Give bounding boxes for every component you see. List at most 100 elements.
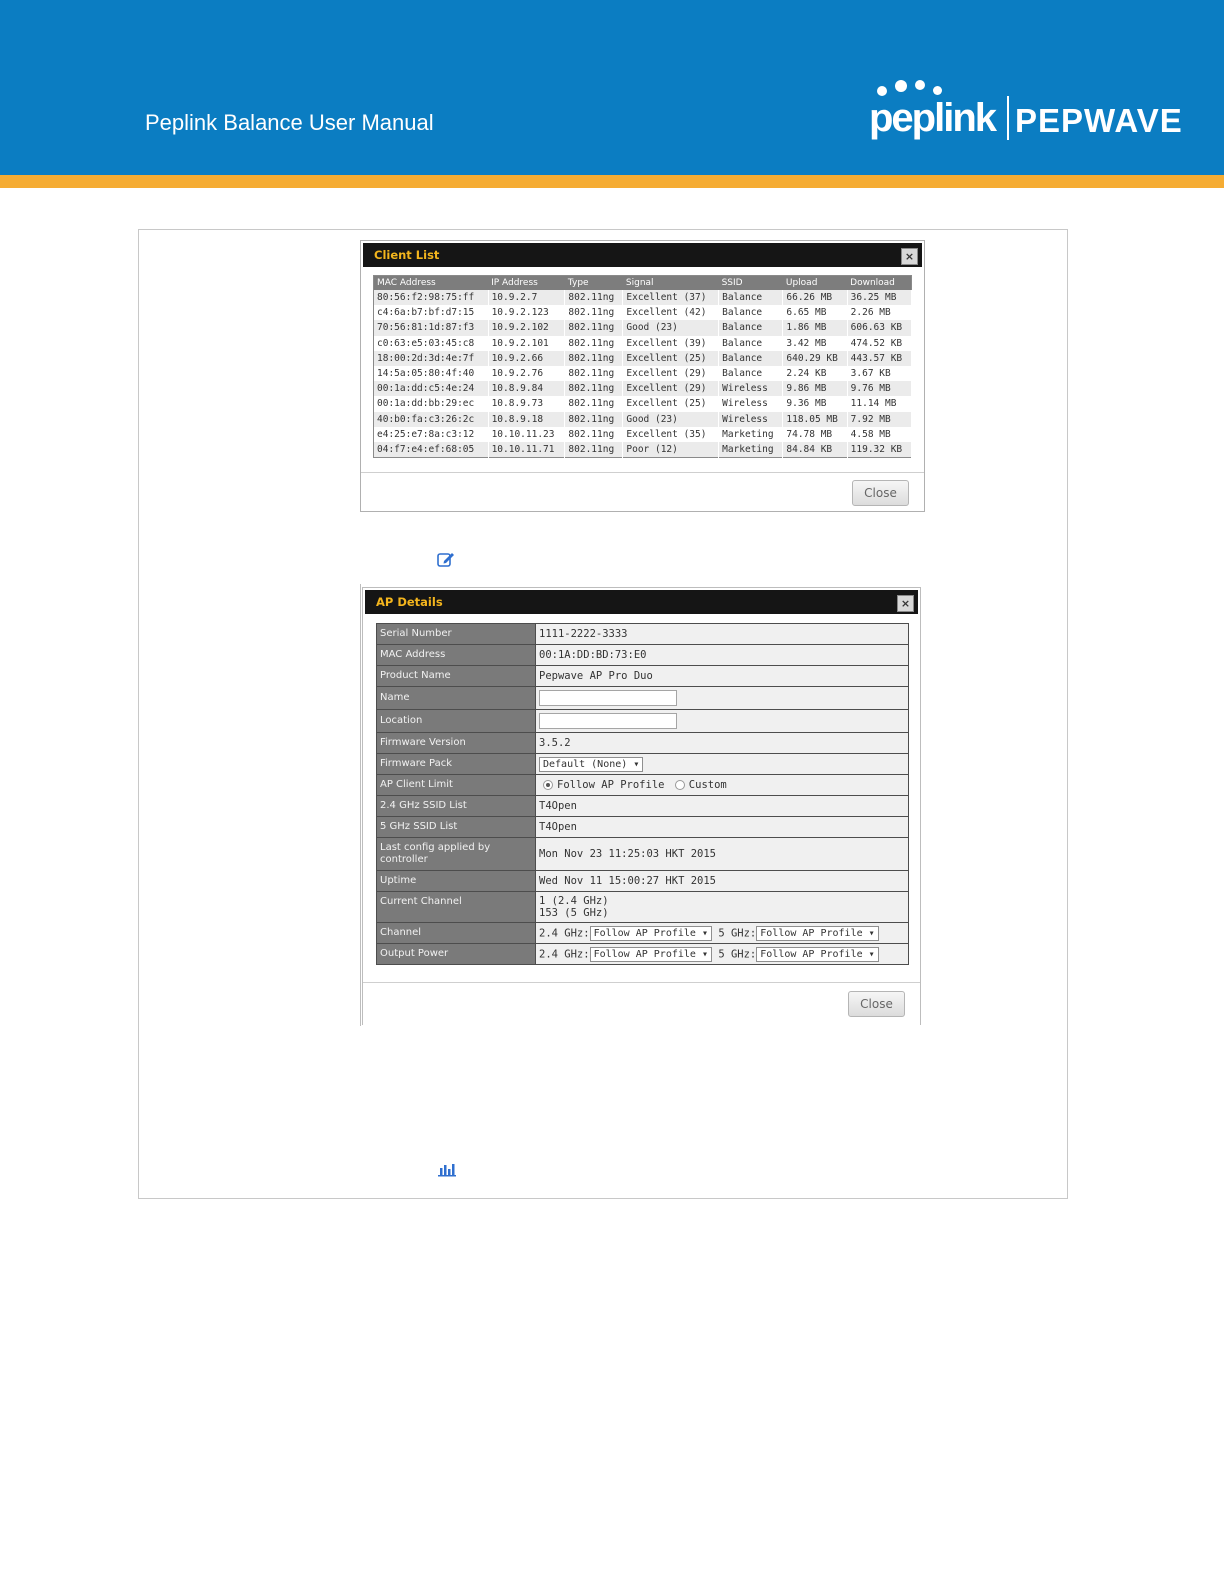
cell: 18:00:2d:3d:4e:7f (373, 350, 489, 366)
table-row: 00:1a:dd:c5:4e:24 10.8.9.84 802.11ng Excell… (373, 381, 913, 397)
label-firmware-version: Firmware Version (376, 732, 536, 754)
ap-details-title: AP Details (376, 595, 443, 609)
cell: 1.86 MB (782, 320, 848, 336)
row-current-channel: Current Channel 1 (2.4 GHz) 153 (5 GHz) (376, 891, 909, 923)
cell: 84.84 KB (782, 441, 848, 458)
cell: 4.58 MB (847, 426, 913, 442)
name-input[interactable] (539, 690, 677, 706)
firmware-pack-select[interactable]: Default (None) ▾ (539, 756, 644, 772)
cell: 40:b0:fa:c3:26:2c (373, 411, 489, 427)
table-row: 80:56:f2:98:75:ff 10.9.2.7 802.11ng Excelle… (373, 290, 913, 306)
logo-dots-icon (877, 78, 957, 98)
row-channel: Channel 2.4 GHz: Follow AP Profile ▾ 5 GH… (376, 922, 909, 944)
cell: Excellent (25) (622, 350, 720, 366)
cell: Marketing (718, 426, 784, 442)
power-24-selected: Follow AP Profile (593, 948, 696, 960)
label-current-channel: Current Channel (376, 891, 536, 923)
col-upload[interactable]: Upload (782, 275, 848, 290)
ap-details-table: Serial Number 1111-2222-3333 MAC Address… (376, 623, 909, 965)
client-list-close-button[interactable]: Close (852, 480, 909, 506)
cell: 802.11ng (564, 350, 624, 366)
cell: Balance (718, 335, 784, 351)
cell: Good (23) (622, 320, 720, 336)
cell: 9.86 MB (782, 381, 848, 397)
current-channel-5: 153 (5 GHz) (539, 907, 609, 919)
col-signal[interactable]: Signal (622, 275, 719, 290)
close-icon[interactable]: × (901, 248, 918, 265)
chevron-down-icon: ▾ (701, 948, 708, 960)
table-row: 04:f7:e4:ef:68:05 10.10.11.71 802.11ng Poor… (373, 441, 913, 458)
logo-pepwave-text: PEPWAVE (1015, 102, 1183, 139)
cell: 802.11ng (564, 426, 624, 442)
chevron-down-icon: ▾ (868, 927, 875, 939)
manual-title: Peplink Balance User Manual (145, 110, 434, 135)
header-stripe (0, 175, 1224, 188)
cell: Balance (718, 305, 784, 321)
cell: Wireless (718, 411, 784, 427)
cell: Excellent (35) (622, 426, 720, 442)
cell: 802.11ng (564, 381, 624, 397)
col-ip-address[interactable]: IP Address (488, 275, 565, 290)
cell: Excellent (42) (622, 305, 720, 321)
table-row: 40:b0:fa:c3:26:2c 10.8.9.18 802.11ng Good (… (373, 411, 913, 427)
firmware-pack-selected: Default (None) (543, 758, 628, 770)
power-24-select[interactable]: Follow AP Profile ▾ (589, 946, 712, 962)
cell: Balance (718, 365, 784, 382)
cell: Wireless (718, 396, 784, 412)
col-mac-address[interactable]: MAC Address (373, 275, 489, 290)
label-product-name: Product Name (376, 665, 536, 687)
table-header-row: MAC Address IP Address Type Signal SSID … (373, 275, 912, 290)
cell: 80:56:f2:98:75:ff (373, 290, 489, 306)
cell: Marketing (718, 441, 784, 458)
value-ssid-24: T4Open (535, 795, 909, 817)
cell: 04:f7:e4:ef:68:05 (373, 441, 489, 458)
label-ap-client-limit: AP Client Limit (376, 774, 536, 796)
cell: 3.67 KB (847, 365, 913, 382)
table-row: c0:63:e5:03:45:c8 10.9.2.101 802.11ng Excel… (373, 335, 913, 351)
client-list-dialog: Client List × MAC Address IP Address Typ… (360, 240, 925, 512)
cell: 10.9.2.7 (488, 290, 566, 306)
follow-ap-profile-label: Follow AP Profile (557, 779, 665, 791)
client-list-header: Client List × (363, 243, 922, 267)
cell: 7.92 MB (847, 411, 913, 427)
col-download[interactable]: Download (847, 275, 912, 290)
cell: Balance (718, 290, 784, 306)
cell: 802.11ng (564, 411, 624, 427)
cell: Excellent (25) (622, 396, 720, 412)
cell: Wireless (718, 381, 784, 397)
cell: 10.9.2.76 (488, 365, 566, 382)
row-firmware-version: Firmware Version 3.5.2 (376, 732, 909, 754)
cell: e4:25:e7:8a:c3:12 (373, 426, 489, 442)
value-ap-client-limit: Follow AP Profile Custom (535, 774, 909, 796)
value-uptime: Wed Nov 11 15:00:27 HKT 2015 (535, 870, 909, 892)
power-5-selected: Follow AP Profile (760, 948, 863, 960)
location-input[interactable] (539, 713, 677, 729)
label-uptime: Uptime (376, 870, 536, 892)
value-last-config: Mon Nov 23 11:25:03 HKT 2015 (535, 837, 909, 871)
value-name (535, 686, 909, 710)
table-row: 70:56:81:1d:87:f3 10.9.2.102 802.11ng Good … (373, 320, 913, 336)
bar-chart-icon[interactable] (437, 1161, 457, 1177)
custom-radio[interactable] (674, 780, 685, 790)
follow-ap-profile-radio[interactable] (543, 780, 553, 790)
table-row: 18:00:2d:3d:4e:7f 10.9.2.66 802.11ng Excell… (373, 350, 913, 366)
value-location (535, 709, 909, 733)
channel-5-label: 5 GHz: (718, 927, 757, 939)
edit-icon[interactable] (437, 551, 455, 567)
channel-24-select[interactable]: Follow AP Profile ▾ (589, 925, 712, 941)
cell: 802.11ng (564, 441, 624, 458)
col-type[interactable]: Type (564, 275, 623, 290)
custom-label: Custom (688, 779, 727, 791)
channel-5-select[interactable]: Follow AP Profile ▾ (756, 925, 879, 941)
row-product-name: Product Name Pepwave AP Pro Duo (376, 665, 909, 687)
chevron-down-icon: ▾ (868, 948, 875, 960)
table-row: e4:25:e7:8a:c3:12 10.10.11.23 802.11ng Exce… (373, 426, 913, 442)
client-list-table: MAC Address IP Address Type Signal SSID … (373, 275, 913, 459)
ap-details-close-button[interactable]: Close (848, 991, 905, 1017)
row-output-power: Output Power 2.4 GHz: Follow AP Profile ▾… (376, 943, 909, 965)
cell: 9.76 MB (847, 381, 913, 397)
power-5-select[interactable]: Follow AP Profile ▾ (756, 946, 879, 962)
close-icon[interactable]: × (897, 595, 914, 612)
col-ssid[interactable]: SSID (718, 275, 783, 290)
client-list-title: Client List (374, 248, 440, 262)
